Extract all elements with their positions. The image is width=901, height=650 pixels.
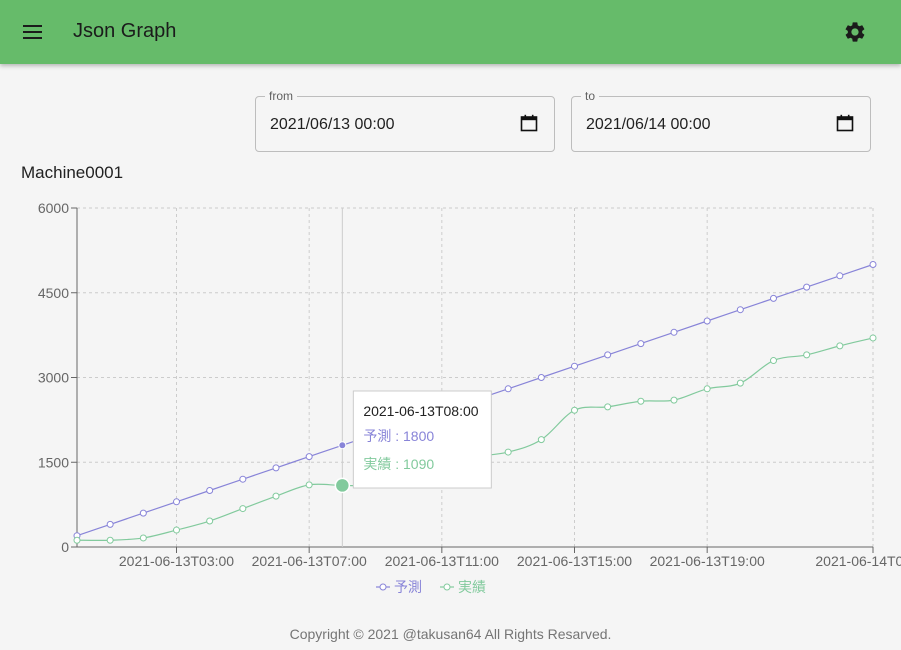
to-label: to — [581, 89, 600, 103]
data-point — [206, 517, 214, 525]
x-tick-label: 2021-06-13T19:00 — [650, 553, 765, 569]
tooltip-entry: 実績 : 1090 — [363, 456, 434, 472]
data-point — [537, 436, 545, 444]
data-point — [637, 397, 645, 405]
calendar-icon[interactable] — [836, 114, 854, 132]
legend-marker-1 — [379, 583, 387, 591]
from-label: from — [265, 89, 297, 103]
data-point — [604, 351, 612, 359]
menu-icon[interactable] — [20, 20, 46, 44]
data-point — [736, 306, 744, 314]
data-point — [637, 340, 645, 348]
data-point — [537, 374, 545, 381]
y-tick-label: 4500 — [38, 285, 69, 301]
data-point — [836, 342, 844, 350]
from-date-value[interactable]: 2021/06/13 00:00 — [270, 116, 395, 134]
tooltip-title: 2021-06-13T08:00 — [363, 403, 478, 419]
calendar-icon[interactable] — [520, 114, 538, 132]
data-point — [305, 453, 313, 461]
data-point — [73, 536, 81, 544]
data-point — [239, 505, 247, 513]
data-point — [106, 520, 114, 528]
data-point — [670, 396, 678, 404]
data-point — [173, 526, 180, 534]
from-date-field[interactable]: from 2021/06/13 00:00 — [255, 89, 555, 152]
y-tick-label: 6000 — [38, 200, 69, 216]
to-date-field[interactable]: to 2021/06/14 00:00 — [571, 89, 871, 152]
tooltip-entry: 予測 : 1800 — [363, 428, 434, 444]
line-chart[interactable]: 0 1500 3000 4500 6000 2021-06-13T03:00 2021-06… — [0, 195, 901, 610]
data-point — [869, 261, 877, 268]
data-point — [139, 509, 147, 517]
gear-icon[interactable] — [843, 20, 867, 44]
app-bar: Json Graph — [0, 0, 901, 64]
y-tick-label: 1500 — [38, 454, 69, 470]
data-point — [106, 536, 114, 544]
legend-marker-2 — [443, 583, 451, 591]
data-point — [571, 362, 578, 370]
data-point — [272, 464, 280, 472]
legend-label-1: 予測 — [394, 579, 422, 595]
x-tick-label: 2021-06-13T11:00 — [385, 553, 499, 569]
data-point — [670, 328, 678, 336]
footer-copyright: Copyright © 2021 @takusan64 All Rights R… — [289, 626, 612, 642]
data-point — [869, 334, 877, 342]
data-point — [206, 487, 214, 494]
active-point-forecast — [338, 441, 347, 450]
data-point — [703, 317, 711, 325]
data-point — [803, 283, 811, 291]
x-tick-label: 2021-06-14T00:00 — [815, 553, 901, 569]
data-point — [803, 351, 811, 359]
data-point — [836, 272, 844, 280]
data-point — [736, 379, 744, 387]
data-point — [703, 385, 711, 393]
data-point — [770, 357, 777, 365]
data-point — [173, 498, 180, 506]
data-point — [504, 448, 512, 456]
app-title: Json Graph — [73, 20, 177, 42]
data-point — [305, 481, 313, 489]
to-date-value[interactable]: 2021/06/14 00:00 — [586, 116, 711, 134]
data-point — [504, 385, 512, 393]
x-tick-label: 2021-06-13T03:00 — [119, 553, 234, 569]
data-point — [239, 475, 247, 483]
active-point-actual — [334, 477, 351, 494]
data-point — [139, 534, 147, 542]
data-point — [604, 403, 612, 411]
data-point — [770, 294, 777, 302]
data-point — [571, 406, 578, 414]
y-tick-label: 0 — [61, 539, 69, 555]
y-tick-label: 3000 — [38, 370, 69, 386]
chart-title: Machine0001 — [21, 163, 124, 182]
x-tick-label: 2021-06-13T15:00 — [517, 553, 632, 569]
legend-label-2: 実績 — [458, 579, 486, 595]
data-point — [272, 492, 280, 500]
x-tick-label: 2021-06-13T07:00 — [252, 553, 367, 569]
